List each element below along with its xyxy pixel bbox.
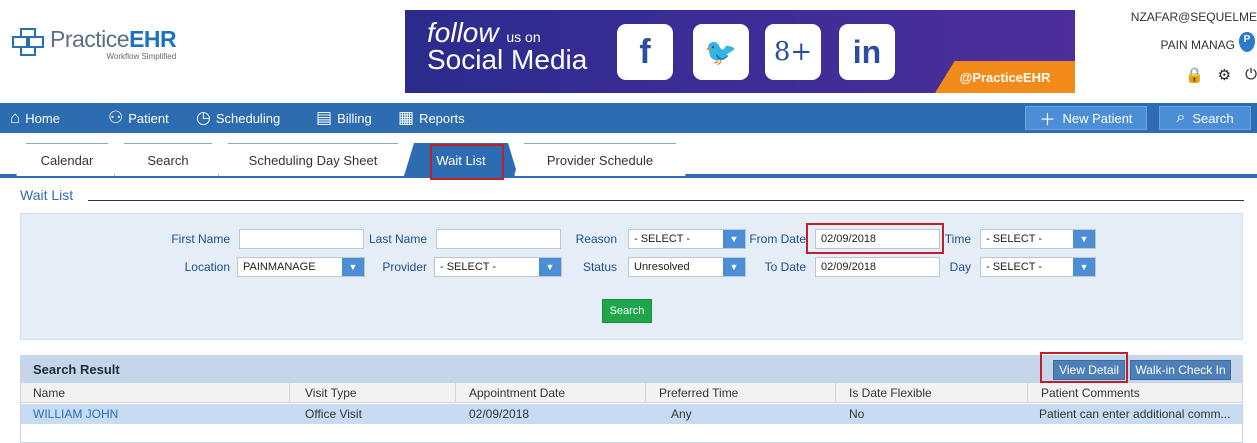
chevron-down-icon: ▼ — [723, 258, 745, 276]
row-preferred-time: Any — [671, 407, 692, 421]
row-is-date-flexible: No — [849, 407, 865, 421]
view-detail-button[interactable]: View Detail — [1053, 360, 1125, 380]
logo-cross-icon — [10, 22, 48, 66]
practiceehr-logo[interactable]: PracticeEHR Workflow Simplified — [10, 22, 177, 66]
provider-select[interactable]: - SELECT - ▼ — [434, 257, 562, 277]
main-nav: ⌂ Home ⚇ Patient ◷ Scheduling ▤ Billing ▦ Rep… — [0, 103, 1257, 133]
user-area: NZAFAR@SEQUELME PAIN MANAG P — [1107, 10, 1257, 52]
twitter-icon[interactable]: 🐦 — [693, 24, 749, 80]
location-select[interactable]: PAINMANAGE ▼ — [237, 257, 365, 277]
chevron-down-icon: ▼ — [723, 230, 745, 248]
from-date-label: From Date — [749, 232, 806, 246]
nav-home[interactable]: ⌂ Home — [10, 103, 60, 133]
home-icon: ⌂ — [10, 108, 21, 127]
calendar-icon: ▦ — [398, 108, 415, 127]
plus-icon: ＋ — [1039, 112, 1056, 129]
table-row[interactable]: WILLIAM JOHN Office Visit 02/09/2018 Any… — [21, 404, 1242, 424]
col-is-date-flexible[interactable]: Is Date Flexible — [849, 386, 932, 400]
first-name-label: First Name — [171, 232, 230, 246]
from-date-input[interactable] — [815, 229, 940, 249]
chevron-down-icon: ▼ — [1073, 258, 1095, 276]
chevron-down-icon: ▼ — [1073, 230, 1095, 248]
new-patient-button[interactable]: ＋ New Patient — [1025, 106, 1147, 130]
walk-in-check-in-button[interactable]: Walk-in Check In — [1130, 360, 1231, 380]
first-name-input[interactable] — [239, 229, 364, 249]
day-select[interactable]: - SELECT - ▼ — [980, 257, 1096, 277]
row-name[interactable]: WILLIAM JOHN — [33, 407, 118, 421]
reason-label: Reason — [575, 232, 617, 246]
power-icon[interactable]: ⏻ — [1245, 66, 1257, 84]
banner-social-text: Social Media — [427, 43, 588, 75]
provider-label: Provider — [382, 260, 427, 274]
user-icons: 🔒 ⚙ ⏻ — [1185, 66, 1257, 84]
row-visit-type: Office Visit — [305, 407, 362, 421]
col-visit-type[interactable]: Visit Type — [305, 386, 357, 400]
social-media-banner[interactable]: follow us on Social Media f 🐦 8+ in @Pra… — [405, 10, 1075, 93]
user-email[interactable]: NZAFAR@SEQUELME — [1107, 10, 1257, 24]
billing-icon: ▤ — [316, 108, 333, 127]
status-select[interactable]: Unresolved ▼ — [628, 257, 746, 277]
logo-tagline: Workflow Simplified — [106, 51, 177, 61]
day-label: Day — [949, 260, 971, 274]
row-patient-comments: Patient can enter additional comm... — [1039, 407, 1231, 421]
last-name-label: Last Name — [368, 232, 427, 246]
wait-list-search-button[interactable]: Search — [602, 299, 652, 323]
google-plus-icon[interactable]: 8+ — [765, 24, 821, 80]
linkedin-icon[interactable]: in — [839, 24, 895, 80]
col-preferred-time[interactable]: Preferred Time — [659, 386, 738, 400]
tab-provider-schedule[interactable]: Provider Schedule — [514, 143, 686, 176]
nav-search-button[interactable]: ⌕ Search — [1159, 106, 1251, 130]
wait-list-divider — [88, 200, 1244, 201]
col-patient-comments[interactable]: Patient Comments — [1041, 386, 1140, 400]
tab-search[interactable]: Search — [114, 143, 222, 176]
nav-billing[interactable]: ▤ Billing — [316, 103, 372, 133]
nav-patient[interactable]: ⚇ Patient — [108, 103, 169, 133]
chevron-down-icon: ▼ — [539, 258, 561, 276]
tab-scheduling-day-sheet[interactable]: Scheduling Day Sheet — [218, 143, 408, 176]
time-label: Time — [944, 232, 971, 246]
location-pin-icon[interactable]: P — [1239, 32, 1255, 52]
scheduling-tabs: Calendar Search Scheduling Day Sheet Wai… — [0, 133, 1257, 178]
search-results-grid: Search Result View Detail Walk-in Check … — [20, 355, 1243, 443]
col-name[interactable]: Name — [33, 386, 65, 400]
patient-icon: ⚇ — [108, 108, 124, 127]
facebook-icon[interactable]: f — [617, 24, 673, 80]
last-name-input[interactable] — [436, 229, 561, 249]
col-appointment-date[interactable]: Appointment Date — [469, 386, 565, 400]
tab-calendar[interactable]: Calendar — [16, 143, 118, 176]
gear-icon[interactable]: ⚙ — [1218, 66, 1231, 84]
reason-select[interactable]: - SELECT - ▼ — [628, 229, 746, 249]
to-date-input[interactable] — [815, 257, 940, 277]
wait-list-title: Wait List — [20, 187, 74, 203]
search-icon: ⌕ — [1176, 109, 1186, 126]
results-title: Search Result — [33, 362, 120, 377]
clock-icon: ◷ — [196, 108, 211, 127]
nav-reports[interactable]: ▦ Reports — [398, 103, 465, 133]
banner-us-on-text: us on — [506, 29, 541, 45]
app-header: PracticeEHR Workflow Simplified follow u… — [0, 0, 1257, 96]
tab-wait-list[interactable]: Wait List — [404, 143, 518, 176]
results-column-headers: Name Visit Type Appointment Date Preferr… — [21, 383, 1242, 403]
logo-name: PracticeEHR — [50, 25, 177, 52]
nav-scheduling[interactable]: ◷ Scheduling — [196, 103, 280, 133]
time-select[interactable]: - SELECT - ▼ — [980, 229, 1096, 249]
location-label: Location — [184, 260, 230, 274]
banner-handle: @PracticeEHR — [935, 61, 1075, 93]
practice-name[interactable]: PAIN MANAG P — [1107, 32, 1257, 52]
status-label: Status — [582, 260, 617, 274]
lock-icon[interactable]: 🔒 — [1185, 66, 1204, 84]
results-header: Search Result View Detail Walk-in Check … — [21, 356, 1242, 383]
to-date-label: To Date — [764, 260, 806, 274]
row-appointment-date: 02/09/2018 — [469, 407, 530, 421]
